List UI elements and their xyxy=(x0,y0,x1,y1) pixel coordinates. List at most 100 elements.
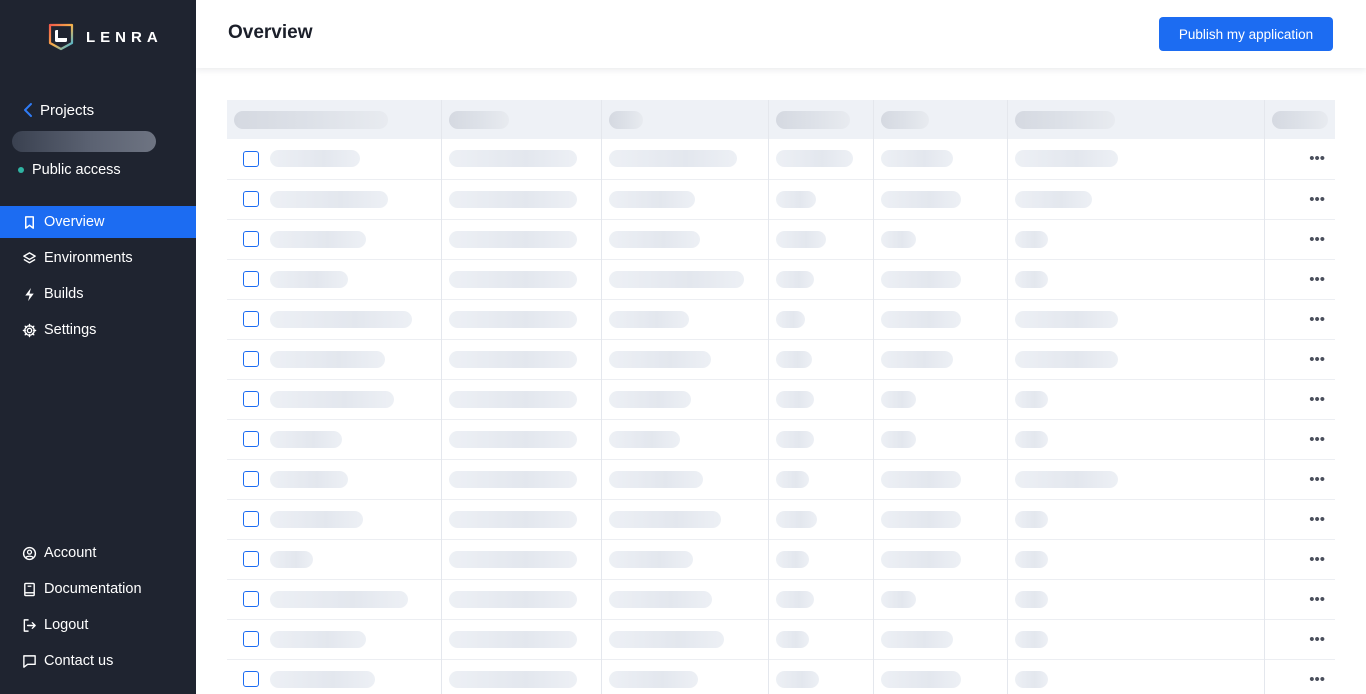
cell-placeholder xyxy=(270,270,348,288)
row-more-menu-icon[interactable]: ••• xyxy=(1265,272,1336,287)
cell-placeholder xyxy=(880,230,916,248)
table-row[interactable]: ••• xyxy=(227,259,1335,299)
column-header[interactable] xyxy=(768,100,874,139)
cell-placeholder xyxy=(1014,190,1092,208)
column-header[interactable] xyxy=(1007,100,1265,139)
table-cell xyxy=(873,259,1008,299)
sidebar-item-builds[interactable]: Builds xyxy=(0,278,196,310)
table-cell: ••• xyxy=(1264,499,1335,539)
cell-placeholder xyxy=(1014,270,1048,288)
row-checkbox[interactable] xyxy=(243,150,259,167)
cell-placeholder xyxy=(880,550,961,568)
table-cell xyxy=(441,139,602,179)
table-row[interactable]: ••• xyxy=(227,579,1335,619)
sidebar-item-contact[interactable]: Contact us xyxy=(0,645,196,677)
row-checkbox[interactable] xyxy=(243,671,259,687)
row-more-menu-icon[interactable]: ••• xyxy=(1265,672,1336,687)
table-cell xyxy=(873,179,1008,219)
table-row[interactable]: ••• xyxy=(227,299,1335,339)
table-cell xyxy=(873,219,1008,259)
table-row[interactable]: ••• xyxy=(227,659,1335,694)
table-cell xyxy=(1007,379,1265,419)
table-cell xyxy=(1007,459,1265,499)
row-more-menu-icon[interactable]: ••• xyxy=(1265,512,1336,527)
row-checkbox[interactable] xyxy=(243,231,259,247)
row-more-menu-icon[interactable]: ••• xyxy=(1265,632,1336,647)
back-to-projects-link[interactable]: Projects xyxy=(22,100,94,120)
row-more-menu-icon[interactable]: ••• xyxy=(1265,472,1336,487)
cell-placeholder xyxy=(608,350,711,368)
lenra-logo-icon xyxy=(48,23,74,51)
table-cell xyxy=(1007,579,1265,619)
cell-placeholder xyxy=(1014,670,1048,688)
table-cell xyxy=(768,419,874,459)
cell-placeholder xyxy=(1014,390,1048,408)
sidebar-item-overview[interactable]: Overview xyxy=(0,206,196,238)
table-cell xyxy=(1007,259,1265,299)
cell-placeholder xyxy=(608,430,680,448)
cell-placeholder xyxy=(448,550,577,568)
table-cell: ••• xyxy=(1264,419,1335,459)
column-header[interactable] xyxy=(601,100,769,139)
row-checkbox[interactable] xyxy=(243,551,259,567)
access-status-dot xyxy=(18,167,24,173)
row-checkbox[interactable] xyxy=(243,511,259,527)
sidebar-item-account[interactable]: Account xyxy=(0,537,196,569)
table-row[interactable]: ••• xyxy=(227,179,1335,219)
sidebar-item-settings[interactable]: Settings xyxy=(0,314,196,346)
row-checkbox[interactable] xyxy=(243,311,259,327)
row-more-menu-icon[interactable]: ••• xyxy=(1265,192,1336,207)
row-checkbox[interactable] xyxy=(243,391,259,407)
brand[interactable]: LENRA xyxy=(48,22,163,52)
table-cell xyxy=(768,459,874,499)
cell-placeholder xyxy=(608,190,695,208)
cell-placeholder xyxy=(448,270,577,288)
row-checkbox[interactable] xyxy=(243,191,259,207)
sidebar-item-logout[interactable]: Logout xyxy=(0,609,196,641)
cell-placeholder xyxy=(880,630,953,648)
cell-placeholder xyxy=(448,430,577,448)
table-cell xyxy=(227,179,442,219)
table-row[interactable]: ••• xyxy=(227,419,1335,459)
row-checkbox[interactable] xyxy=(243,631,259,647)
column-header[interactable] xyxy=(441,100,602,139)
sidebar-item-documentation[interactable]: Documentation xyxy=(0,573,196,605)
table-row[interactable]: ••• xyxy=(227,139,1335,179)
row-more-menu-icon[interactable]: ••• xyxy=(1265,432,1336,447)
cell-placeholder xyxy=(775,190,816,208)
table-row[interactable]: ••• xyxy=(227,459,1335,499)
column-header[interactable] xyxy=(227,100,442,139)
table-row[interactable]: ••• xyxy=(227,619,1335,659)
sidebar-item-environments[interactable]: Environments xyxy=(0,242,196,274)
row-checkbox[interactable] xyxy=(243,271,259,287)
sidebar-item-label: Builds xyxy=(44,286,84,302)
row-checkbox[interactable] xyxy=(243,471,259,487)
row-more-menu-icon[interactable]: ••• xyxy=(1265,552,1336,567)
cell-placeholder xyxy=(775,390,814,408)
cell-placeholder xyxy=(880,510,961,528)
row-more-menu-icon[interactable]: ••• xyxy=(1265,392,1336,407)
cell-placeholder xyxy=(608,270,744,288)
cell-placeholder xyxy=(608,550,693,568)
table-row[interactable]: ••• xyxy=(227,339,1335,379)
row-checkbox[interactable] xyxy=(243,591,259,607)
cell-placeholder xyxy=(448,590,577,608)
row-more-menu-icon[interactable]: ••• xyxy=(1265,352,1336,367)
table-row[interactable]: ••• xyxy=(227,219,1335,259)
row-checkbox[interactable] xyxy=(243,431,259,447)
table-row[interactable]: ••• xyxy=(227,379,1335,419)
row-checkbox[interactable] xyxy=(243,351,259,367)
publish-button[interactable]: Publish my application xyxy=(1159,17,1333,51)
row-more-menu-icon[interactable]: ••• xyxy=(1265,592,1336,607)
table-cell xyxy=(441,339,602,379)
table-cell xyxy=(873,419,1008,459)
row-more-menu-icon[interactable]: ••• xyxy=(1265,232,1336,247)
row-more-menu-icon[interactable]: ••• xyxy=(1265,312,1336,327)
cell-placeholder xyxy=(1014,310,1118,328)
cell-placeholder xyxy=(608,390,691,408)
table-row[interactable]: ••• xyxy=(227,539,1335,579)
table-cell xyxy=(601,139,769,179)
row-more-menu-icon[interactable]: ••• xyxy=(1265,151,1336,166)
table-row[interactable]: ••• xyxy=(227,499,1335,539)
column-header[interactable] xyxy=(873,100,1008,139)
